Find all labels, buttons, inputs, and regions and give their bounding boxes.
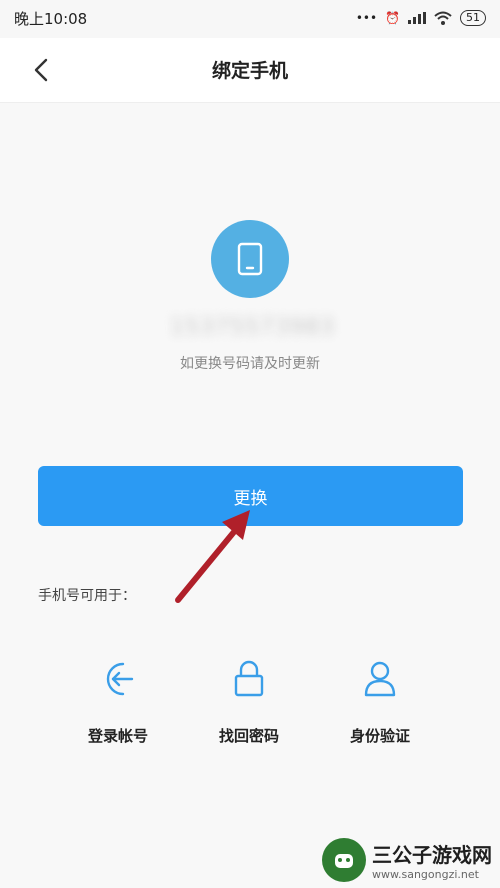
status-time: 晚上10:08 [14, 9, 88, 28]
wifi-icon [434, 11, 452, 25]
watermark-url: www.sangongzi.net [372, 868, 479, 881]
watermark-title: 三公子游戏网 [372, 843, 492, 867]
status-icons: ••• ⏰ 51 [356, 10, 486, 26]
feature-identity-verify[interactable]: 身份验证 [320, 659, 440, 746]
feature-login[interactable]: 登录帐号 [58, 659, 178, 746]
user-icon [360, 659, 400, 699]
page-title: 绑定手机 [211, 60, 288, 82]
update-hint: 如更换号码请及时更新 [180, 356, 320, 372]
watermark: 三公子游戏网 www.sangongzi.net [322, 838, 492, 882]
feature-identity-verify-label: 身份验证 [349, 727, 410, 745]
battery-indicator: 51 [460, 10, 486, 26]
main-content: 15375573983 如更换号码请及时更新 更换 手机号可用于： 登录帐号 找… [0, 103, 500, 888]
bound-phone-number: 15375573983 [170, 315, 335, 340]
status-bar: 晚上10:08 ••• ⏰ 51 [0, 0, 500, 36]
dots-icon: ••• [355, 11, 378, 25]
usage-label: 手机号可用于： [38, 588, 136, 604]
change-button-label: 更换 [233, 488, 268, 509]
change-button[interactable]: 更换 [38, 466, 463, 526]
watermark-logo [322, 838, 366, 882]
signal-icon [408, 12, 426, 24]
nav-bar: 绑定手机 [0, 38, 500, 103]
login-icon [98, 659, 138, 699]
feature-reset-password-label: 找回密码 [218, 727, 279, 745]
phone-avatar [211, 220, 289, 298]
lock-icon [229, 659, 269, 699]
phone-icon [237, 242, 263, 276]
feature-login-label: 登录帐号 [87, 727, 148, 745]
feature-reset-password[interactable]: 找回密码 [189, 659, 309, 746]
alarm-icon: ⏰ [385, 11, 400, 25]
